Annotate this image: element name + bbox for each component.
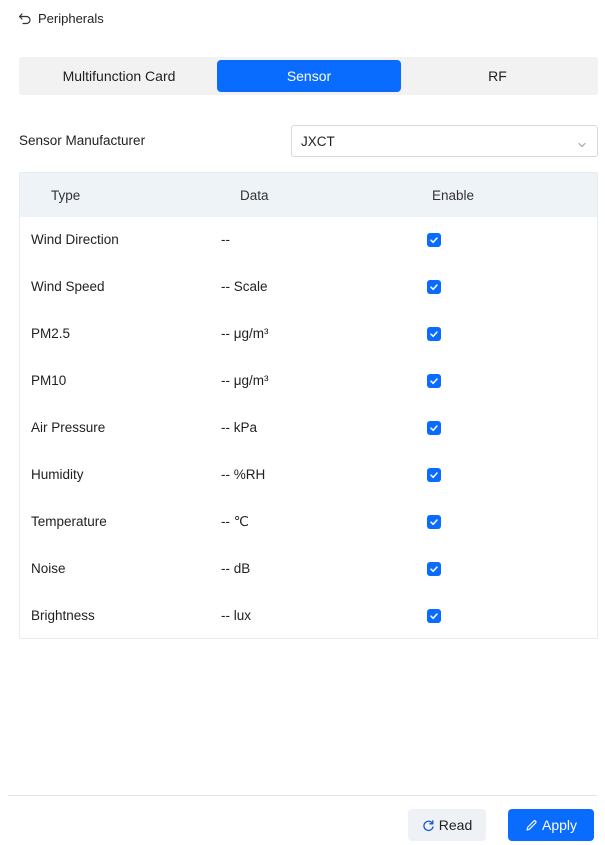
table-row: Noise -- dB bbox=[20, 546, 597, 593]
row-type: Wind Speed bbox=[31, 279, 105, 294]
table-row: Air Pressure -- kPa bbox=[20, 405, 597, 452]
column-header-data: Data bbox=[240, 188, 269, 203]
sensor-manufacturer-label: Sensor Manufacturer bbox=[19, 133, 146, 148]
read-button[interactable]: Read bbox=[408, 809, 486, 841]
enable-checkbox[interactable] bbox=[427, 233, 441, 247]
row-type: Wind Direction bbox=[31, 232, 119, 247]
pencil-icon bbox=[526, 819, 537, 831]
sensor-manufacturer-row: Sensor Manufacturer JXCT bbox=[19, 125, 598, 157]
table-row: Wind Speed -- Scale bbox=[20, 264, 597, 311]
enable-checkbox[interactable] bbox=[427, 280, 441, 294]
table-row: PM2.5 -- μg/m³ bbox=[20, 311, 597, 358]
tab-multifunction-card[interactable]: Multifunction Card bbox=[23, 60, 215, 92]
row-data: -- %RH bbox=[221, 467, 266, 482]
tab-sensor[interactable]: Sensor bbox=[217, 60, 401, 92]
row-type: PM2.5 bbox=[31, 326, 71, 341]
enable-checkbox[interactable] bbox=[427, 468, 441, 482]
row-type: PM10 bbox=[31, 373, 67, 388]
tab-rf[interactable]: RF bbox=[401, 60, 594, 92]
check-icon bbox=[430, 331, 438, 338]
enable-checkbox[interactable] bbox=[427, 327, 441, 341]
table-row: Wind Direction -- bbox=[20, 217, 597, 264]
row-data: -- lux bbox=[221, 608, 251, 623]
enable-checkbox[interactable] bbox=[427, 374, 441, 388]
enable-checkbox[interactable] bbox=[427, 609, 441, 623]
enable-checkbox[interactable] bbox=[427, 515, 441, 529]
enable-checkbox[interactable] bbox=[427, 421, 441, 435]
row-data: -- ℃ bbox=[221, 514, 249, 529]
table-row: PM10 -- μg/m³ bbox=[20, 358, 597, 405]
row-data: -- μg/m³ bbox=[221, 326, 269, 341]
enable-checkbox[interactable] bbox=[427, 562, 441, 576]
table-row: Brightness -- lux bbox=[20, 593, 597, 640]
tab-bar: Multifunction Card Sensor RF bbox=[19, 57, 598, 95]
select-value: JXCT bbox=[301, 134, 335, 149]
row-type: Noise bbox=[31, 561, 66, 576]
row-type: Humidity bbox=[31, 467, 84, 482]
footer-divider bbox=[8, 795, 597, 796]
apply-button[interactable]: Apply bbox=[508, 809, 594, 841]
check-icon bbox=[430, 566, 438, 573]
check-icon bbox=[430, 519, 438, 526]
check-icon bbox=[430, 425, 438, 432]
check-icon bbox=[430, 237, 438, 244]
check-icon bbox=[430, 472, 438, 479]
row-data: -- Scale bbox=[221, 279, 268, 294]
column-header-type: Type bbox=[51, 188, 81, 203]
row-type: Air Pressure bbox=[31, 420, 106, 435]
sensor-table: Type Data Enable Wind Direction -- Wind … bbox=[19, 172, 598, 639]
refresh-icon bbox=[423, 819, 434, 831]
row-type: Temperature bbox=[31, 514, 107, 529]
row-data: -- μg/m³ bbox=[221, 373, 269, 388]
back-arrow-icon[interactable] bbox=[18, 11, 32, 25]
chevron-down-icon bbox=[577, 137, 587, 147]
apply-button-label: Apply bbox=[541, 817, 578, 833]
row-data: -- kPa bbox=[221, 420, 258, 435]
page-title: Peripherals bbox=[38, 10, 104, 26]
read-button-label: Read bbox=[438, 817, 473, 833]
check-icon bbox=[430, 284, 438, 291]
row-data: -- bbox=[221, 232, 230, 247]
page-header: Peripherals bbox=[18, 9, 104, 27]
table-row: Temperature -- ℃ bbox=[20, 499, 597, 546]
check-icon bbox=[430, 613, 438, 620]
table-row: Humidity -- %RH bbox=[20, 452, 597, 499]
table-header: Type Data Enable bbox=[20, 173, 597, 217]
row-type: Brightness bbox=[31, 608, 95, 623]
column-header-enable: Enable bbox=[432, 188, 475, 203]
sensor-manufacturer-select[interactable]: JXCT bbox=[291, 125, 598, 157]
check-icon bbox=[430, 378, 438, 385]
row-data: -- dB bbox=[221, 561, 251, 576]
